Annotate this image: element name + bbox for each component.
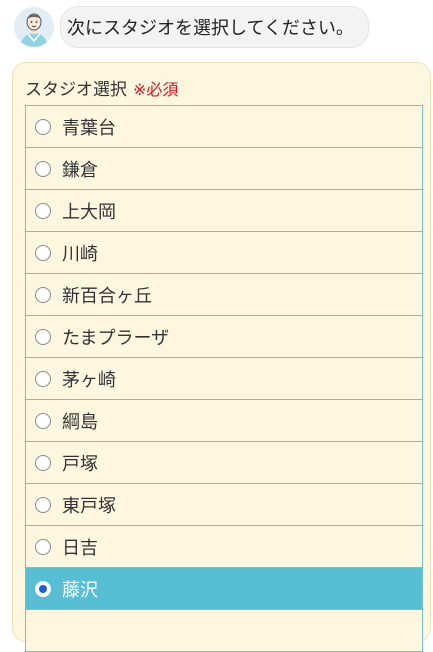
studio-select-title: スタジオ選択 <box>25 80 127 100</box>
required-badge: ※必須 <box>133 80 179 99</box>
studio-option-label: 藤沢 <box>62 579 98 601</box>
studio-radio-list: 青葉台鎌倉上大岡川崎新百合ヶ丘たまプラーザ 茅ヶ崎綱島戸塚東戸塚日吉藤沢 <box>25 105 423 652</box>
studio-option-label: 綱島 <box>62 411 98 433</box>
radio-button[interactable] <box>35 202 51 219</box>
studio-option-label: 日吉 <box>62 537 98 559</box>
chat-message-row: 次にスタジオを選択してください。 <box>14 6 369 48</box>
studio-option-label: 茅ヶ崎 <box>62 369 116 391</box>
studio-option[interactable]: 日吉 <box>25 526 423 568</box>
studio-option[interactable]: 藤沢 <box>25 568 423 610</box>
radio-button[interactable] <box>35 370 51 387</box>
studio-option[interactable]: 新百合ヶ丘 <box>25 274 423 316</box>
studio-option-label: 川崎 <box>62 243 98 265</box>
chat-bubble: 次にスタジオを選択してください。 <box>60 6 369 48</box>
radio-button[interactable] <box>35 160 51 177</box>
studio-option-label: 青葉台 <box>62 117 116 139</box>
studio-option[interactable]: 茅ヶ崎 <box>25 358 423 400</box>
studio-option[interactable]: 上大岡 <box>25 190 423 232</box>
studio-option-label: 上大岡 <box>62 201 116 223</box>
studio-option-label: 新百合ヶ丘 <box>62 285 152 307</box>
studio-option[interactable] <box>25 610 423 652</box>
studio-option[interactable]: 青葉台 <box>25 106 423 148</box>
studio-option-label: 戸塚 <box>62 453 98 475</box>
studio-option[interactable]: 綱島 <box>25 400 423 442</box>
studio-option-label: たまプラーザ <box>62 327 170 349</box>
radio-button[interactable] <box>35 118 51 135</box>
studio-option[interactable]: たまプラーザ <box>25 316 423 358</box>
studio-select-panel: スタジオ選択 ※必須 青葉台鎌倉上大岡川崎新百合ヶ丘たまプラーザ 茅ヶ崎綱島戸塚東戸… <box>12 62 431 652</box>
studio-option[interactable]: 東戸塚 <box>25 484 423 526</box>
instructor-avatar-icon <box>14 7 54 47</box>
radio-button[interactable] <box>35 328 51 345</box>
radio-button[interactable] <box>35 580 51 597</box>
radio-button[interactable] <box>35 286 51 303</box>
radio-button[interactable] <box>35 412 51 429</box>
radio-button[interactable] <box>35 538 51 555</box>
studio-option[interactable]: 川崎 <box>25 232 423 274</box>
studio-option[interactable]: 戸塚 <box>25 442 423 484</box>
radio-button[interactable] <box>35 496 51 513</box>
radio-button[interactable] <box>35 454 51 471</box>
studio-option[interactable]: 鎌倉 <box>25 148 423 190</box>
radio-button[interactable] <box>35 244 51 261</box>
studio-option-label: 鎌倉 <box>62 159 98 181</box>
studio-select-heading: スタジオ選択 ※必須 <box>25 75 178 100</box>
studio-option-label: 東戸塚 <box>62 495 116 517</box>
